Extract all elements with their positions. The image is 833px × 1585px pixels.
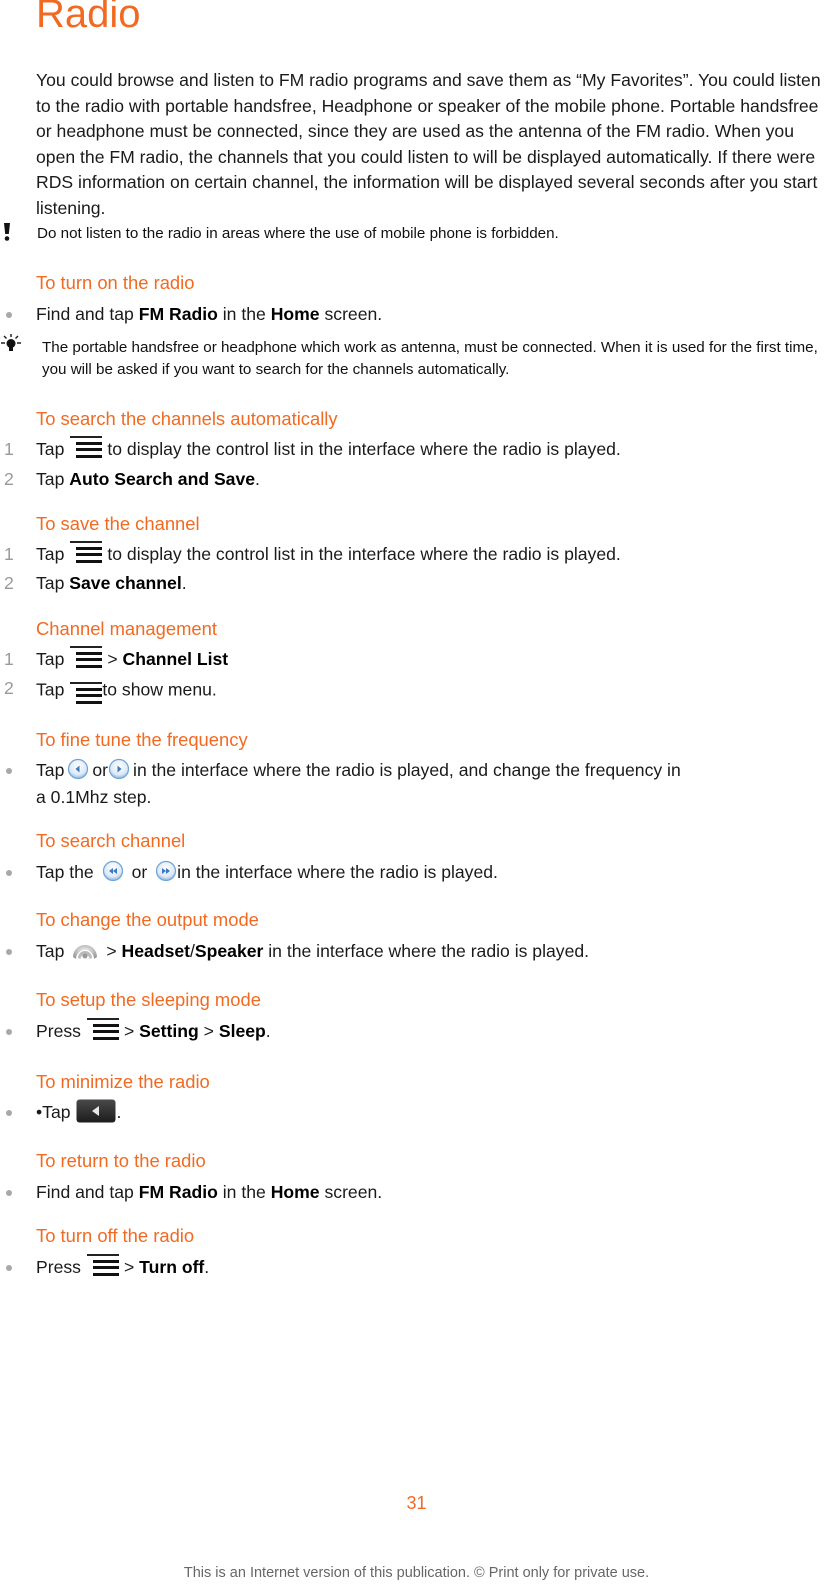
list-item: •Tap.	[0, 1099, 833, 1126]
step-number: 1	[4, 649, 14, 669]
back-button-icon	[76, 1099, 116, 1123]
intro-paragraph: You could browse and listen to FM radio …	[36, 70, 821, 218]
home-label: Home	[270, 304, 320, 324]
heading-fine-tune: To fine tune the frequency	[36, 729, 248, 750]
fm-radio-label: FM Radio	[138, 304, 218, 324]
list-item: Find and tap FM Radio in the Home screen…	[0, 302, 833, 328]
list-item: Tap or in the interface where the radio is…	[0, 758, 833, 784]
list-item: 1 Tap to display the control list in the …	[0, 542, 833, 568]
heading-output-mode: To change the output mode	[36, 909, 259, 930]
arrow-right-circle-icon	[108, 759, 130, 780]
setting-label: Setting	[139, 1021, 199, 1041]
heading-search-auto: To search the channels automatically	[36, 408, 338, 429]
exclamation-icon	[2, 222, 12, 247]
bullet	[6, 1110, 12, 1116]
heading-turn-off: To turn off the radio	[36, 1225, 195, 1246]
list-item: 2 Tap Save channel.	[0, 571, 833, 597]
headset-speaker-icon	[73, 945, 98, 960]
footer-notice: This is an Internet version of this publ…	[183, 1565, 650, 1581]
headset-label: Headset	[121, 941, 190, 961]
list-item: Press > Setting > Sleep.	[0, 1019, 833, 1045]
turn-off-label: Turn off	[139, 1257, 205, 1277]
step-number: 2	[4, 573, 14, 593]
bullet	[6, 870, 12, 876]
step-number: 1	[4, 439, 14, 459]
fast-forward-circle-icon	[156, 861, 177, 882]
speaker-label: Speaker	[194, 941, 264, 961]
list-item: Press > Turn off.	[0, 1255, 833, 1281]
save-channel-label: Save channel	[69, 573, 182, 593]
list-item: Tap the or in the interface where the ra…	[0, 860, 833, 886]
list-item: 2 Tap Auto Search and Save.	[0, 467, 833, 493]
list-item: Find and tap FM Radio in the Home screen…	[0, 1180, 833, 1206]
home-label: Home	[270, 1182, 320, 1202]
menu-icon	[68, 645, 104, 669]
heading-save-channel: To save the channel	[36, 513, 200, 534]
step-number: 1	[4, 544, 14, 564]
tip-note: The portable handsfree or headphone whic…	[42, 339, 818, 378]
bullet	[6, 312, 12, 318]
bullet	[6, 1265, 12, 1271]
list-item-continuation: a 0.1Mhz step.	[36, 787, 152, 807]
heading-sleep-mode: To setup the sleeping mode	[36, 989, 261, 1010]
heading-return: To return to the radio	[36, 1150, 206, 1171]
fm-radio-label: FM Radio	[138, 1182, 218, 1202]
bullet	[6, 1190, 12, 1196]
menu-icon	[68, 435, 104, 459]
page-number: 31	[406, 1493, 427, 1513]
bullet	[6, 768, 12, 774]
menu-icon	[68, 540, 104, 564]
step-number: 2	[4, 678, 14, 698]
heading-turn-on: To turn on the radio	[36, 272, 195, 293]
list-item: Tap > Headset/Speaker in the interface wh…	[0, 939, 833, 965]
bullet	[6, 949, 12, 955]
menu-icon	[68, 678, 104, 708]
arrow-left-circle-icon	[68, 759, 89, 780]
page-title: Radio	[36, 0, 141, 36]
rewind-circle-icon	[102, 861, 123, 882]
list-item: 2 Tap to show menu.	[0, 676, 833, 702]
heading-channel-management: Channel management	[36, 618, 217, 639]
menu-icon	[85, 1017, 121, 1041]
list-item: 1 Tap to display the control list in the …	[0, 437, 833, 463]
warning-note: Do not listen to the radio in areas wher…	[37, 225, 559, 242]
auto-search-label: Auto Search and Save	[69, 469, 256, 489]
heading-minimize: To minimize the radio	[36, 1071, 210, 1092]
bullet	[6, 1029, 12, 1035]
sleep-label: Sleep	[218, 1021, 266, 1041]
lightbulb-icon	[0, 334, 22, 359]
list-item: 1 Tap > Channel List	[0, 647, 833, 673]
menu-icon	[85, 1253, 121, 1277]
channel-list-label: Channel List	[122, 649, 229, 669]
step-number: 2	[4, 469, 14, 489]
heading-search-channel: To search channel	[36, 830, 186, 851]
